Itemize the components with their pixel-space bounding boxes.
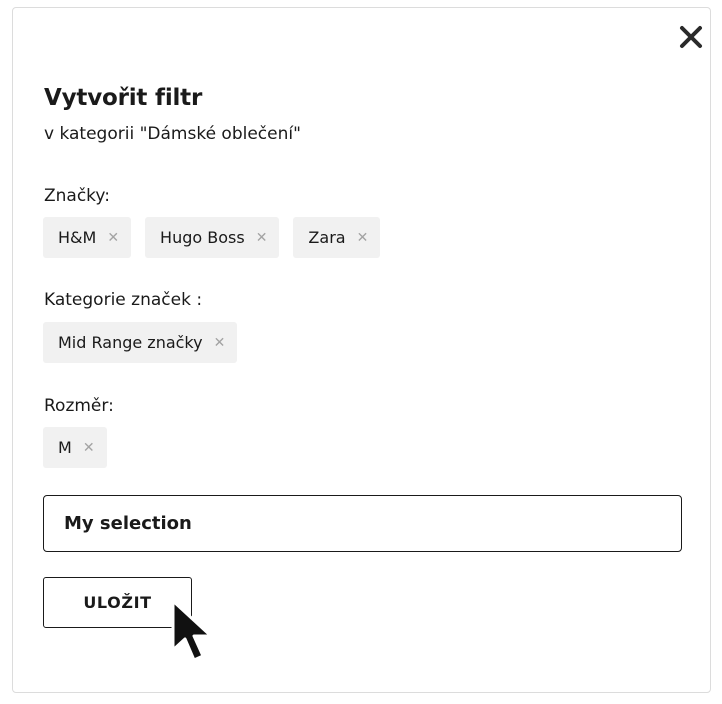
brands-label: Značky: — [44, 186, 110, 206]
chip-label: M — [58, 438, 72, 457]
brand-chip-zara[interactable]: Zara ✕ — [293, 217, 381, 258]
chip-label: Hugo Boss — [160, 228, 245, 247]
brand-category-chip-mid-range[interactable]: Mid Range značky ✕ — [43, 322, 238, 363]
dialog-subtitle: v kategorii "Dámské oblečení" — [44, 124, 301, 144]
remove-icon[interactable]: ✕ — [357, 231, 369, 245]
brand-categories-chip-list: Mid Range značky ✕ — [43, 322, 238, 363]
size-label: Rozměr: — [44, 396, 114, 416]
size-chip-list: M ✕ — [43, 427, 107, 468]
close-icon[interactable] — [677, 23, 705, 51]
brands-chip-list: H&M ✕ Hugo Boss ✕ Zara ✕ — [43, 217, 381, 258]
chip-label: H&M — [58, 228, 97, 247]
save-button[interactable]: ULOŽIT — [43, 577, 192, 628]
remove-icon[interactable]: ✕ — [256, 231, 268, 245]
dialog-title: Vytvořit filtr — [44, 85, 203, 111]
chip-label: Mid Range značky — [58, 333, 203, 352]
brand-chip-hugo-boss[interactable]: Hugo Boss ✕ — [145, 217, 280, 258]
chip-label: Zara — [308, 228, 346, 247]
brand-categories-label: Kategorie značek : — [44, 290, 203, 310]
create-filter-dialog: Vytvořit filtr v kategorii "Dámské obleč… — [12, 7, 711, 693]
remove-icon[interactable]: ✕ — [83, 441, 95, 455]
brand-chip-hm[interactable]: H&M ✕ — [43, 217, 132, 258]
filter-name-input[interactable] — [43, 495, 682, 552]
size-chip-m[interactable]: M ✕ — [43, 427, 107, 468]
remove-icon[interactable]: ✕ — [107, 231, 119, 245]
remove-icon[interactable]: ✕ — [214, 336, 226, 350]
